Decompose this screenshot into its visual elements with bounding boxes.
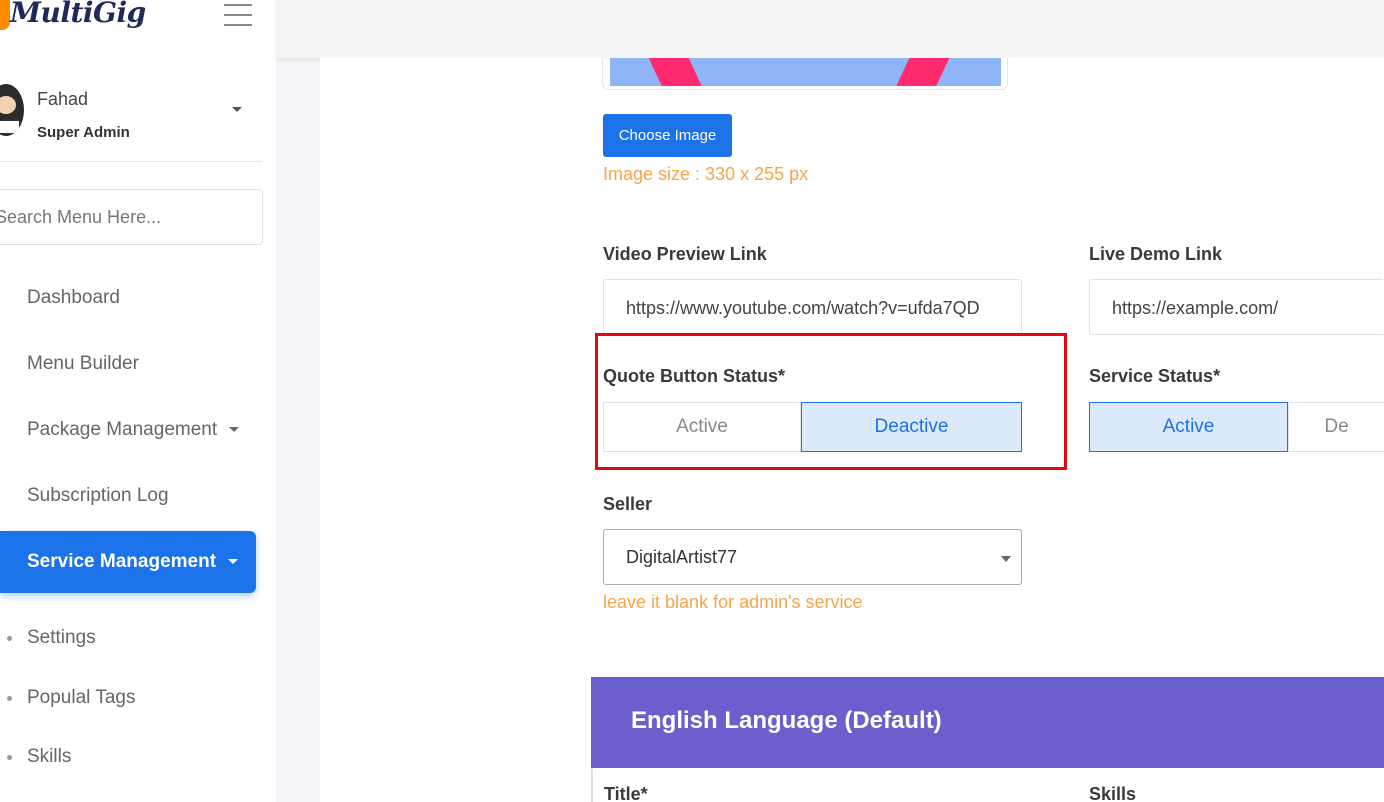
- sidebar-item-label: Service Management: [27, 551, 217, 572]
- seller-select[interactable]: DigitalArtist77: [603, 529, 1022, 585]
- top-header: [276, 0, 1384, 58]
- image-preview: [602, 58, 1008, 90]
- bullet-icon: [7, 636, 12, 641]
- quote-status-deactive-option[interactable]: Deactive: [801, 402, 1022, 452]
- sidebar-item-label: Dashboard: [27, 287, 120, 308]
- user-panel[interactable]: Fahad Super Admin: [0, 80, 262, 162]
- choose-image-button[interactable]: Choose Image: [603, 114, 732, 157]
- quote-status-active-option[interactable]: Active: [603, 402, 801, 452]
- skills-label: Skills: [1089, 784, 1137, 802]
- sidebar-item-label: Menu Builder: [27, 353, 139, 374]
- bullet-icon: [7, 755, 12, 760]
- video-preview-input[interactable]: https://www.youtube.com/watch?v=ufda7QD: [603, 279, 1022, 335]
- quote-button-status-toggle: Active Deactive: [603, 402, 1022, 452]
- video-preview-label: Video Preview Link: [603, 244, 767, 264]
- seller-hint: leave it blank for admin's service: [603, 592, 863, 612]
- sidebar-item-package-management[interactable]: Package Management: [0, 410, 256, 450]
- service-status-toggle: Active De: [1089, 402, 1384, 452]
- divider: [591, 768, 593, 802]
- image-preview-thumbnail: [610, 58, 1001, 86]
- chevron-down-icon: [229, 427, 240, 433]
- hamburger-menu-icon[interactable]: [224, 4, 252, 26]
- seller-selected-value: DigitalArtist77: [626, 547, 738, 567]
- sidebar-item-subscription-log[interactable]: Subscription Log: [0, 476, 256, 516]
- logo-mark-icon: [0, 0, 10, 30]
- live-demo-label: Live Demo Link: [1089, 244, 1223, 264]
- avatar: [0, 84, 24, 136]
- sidebar: MultiGig Fahad Super Admin Dashboard Men…: [0, 0, 276, 802]
- app-logo[interactable]: MultiGig: [10, 0, 146, 29]
- service-status-label: Service Status*: [1089, 366, 1221, 386]
- seller-label: Seller: [603, 494, 653, 514]
- user-name: Fahad: [37, 89, 89, 109]
- image-size-hint: Image size : 330 x 255 px: [603, 164, 809, 184]
- sidebar-item-label: Package Management: [27, 419, 218, 440]
- sidebar-item-menu-builder[interactable]: Menu Builder: [0, 344, 256, 384]
- title-label: Title*: [604, 784, 648, 802]
- service-status-active-option[interactable]: Active: [1089, 402, 1288, 452]
- quote-button-status-label: Quote Button Status*: [603, 366, 785, 386]
- bullet-icon: [7, 696, 12, 701]
- logo-bar: MultiGig: [0, 0, 276, 58]
- sidebar-item-label: Subscription Log: [27, 485, 169, 506]
- sidebar-item-service-management[interactable]: Service Management: [0, 531, 256, 593]
- menu-search-input[interactable]: [0, 189, 263, 245]
- language-section-title: English Language (Default): [631, 707, 942, 734]
- main-content: Choose Image Image size : 330 x 255 px V…: [320, 58, 1384, 802]
- service-status-deactive-option[interactable]: De: [1288, 402, 1384, 452]
- sidebar-item-dashboard[interactable]: Dashboard: [0, 278, 256, 318]
- chevron-down-icon: [228, 559, 239, 565]
- chevron-down-icon: [1001, 556, 1011, 562]
- chevron-down-icon[interactable]: [232, 107, 242, 112]
- user-role: Super Admin: [37, 124, 130, 141]
- language-section-header[interactable]: English Language (Default): [591, 677, 1384, 768]
- live-demo-input[interactable]: https://example.com/: [1089, 279, 1384, 335]
